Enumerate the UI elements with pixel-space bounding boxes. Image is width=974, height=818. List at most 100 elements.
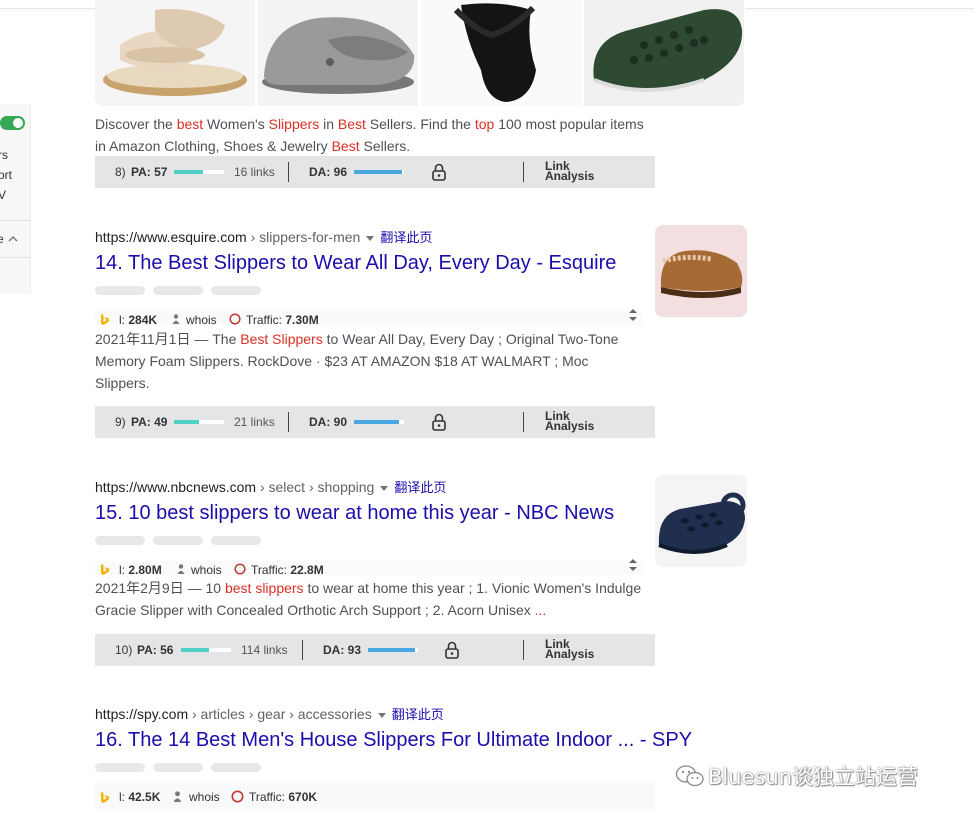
traffic-icon [234, 563, 246, 575]
link-analysis-button[interactable]: Link Analysis [545, 160, 594, 182]
seo-metrics-row: l: 2.80M whois Traffic: 22.8M [95, 561, 643, 575]
mozbar-divider [288, 412, 289, 432]
mozbar-divider [288, 162, 289, 182]
placeholder-pills [95, 536, 261, 545]
whois-link[interactable]: whois [186, 313, 217, 325]
domain-authority: DA: 93 [323, 643, 362, 657]
side-panel: rs ort V e [0, 104, 31, 294]
result-snippet: Discover the best Women's Slippers in Be… [95, 113, 655, 157]
snippet-highlight: Best [331, 138, 360, 154]
snippet-highlight: Slippers [268, 116, 320, 132]
mozbar: 10) PA: 56 114 links DA: 93 Link Analysis [95, 634, 655, 666]
snippet-highlight: ... [534, 602, 547, 618]
result-url[interactable]: https://www.esquire.com › slippers-for-m… [95, 227, 432, 246]
domain-authority-bar [354, 170, 404, 174]
side-panel-divider [0, 220, 30, 221]
result-url[interactable]: https://www.nbcnews.com › select › shopp… [95, 477, 446, 496]
result-thumbnail-clog[interactable] [655, 475, 747, 567]
product-image-gray-slipper[interactable] [258, 0, 418, 106]
page-authority: PA: 56 [137, 643, 174, 657]
snippet-highlight: Best [337, 116, 366, 132]
page-authority-bar [174, 170, 224, 174]
wechat-icon [675, 765, 704, 787]
translate-link[interactable]: 翻译此页 [380, 230, 432, 245]
bing-icon [101, 564, 109, 575]
traffic-icon [229, 313, 241, 325]
snippet-text: Sellers. Find the [365, 116, 475, 132]
snippet-highlight: best slippers [224, 580, 304, 596]
side-panel-text-2: ort [0, 168, 13, 182]
lock-icon[interactable] [432, 163, 446, 181]
scroll-arrows-icon[interactable] [628, 557, 638, 573]
traffic-value: Traffic: 22.8M [251, 563, 324, 575]
traffic-value: Traffic: 7.30M [246, 313, 319, 325]
bing-index-value: l: 284K [119, 313, 158, 325]
snippet-text: Sellers. [359, 138, 411, 154]
page-authority-bar [181, 648, 231, 652]
translate-link[interactable]: 翻译此页 [394, 480, 446, 495]
bing-icon [101, 792, 109, 803]
snippet-text: 2021年2月9日 — 10 [95, 580, 225, 596]
traffic-icon [231, 790, 244, 803]
link-analysis-button[interactable]: Link Analysis [545, 638, 594, 660]
mozbar-divider [523, 412, 524, 432]
bing-index-value: l: 2.80M [119, 563, 162, 575]
snippet-highlight: top [474, 116, 495, 132]
mozbar-rank: 8) [115, 165, 126, 179]
bing-index-value: l: 42.5K [119, 790, 161, 804]
product-image-sandal[interactable] [95, 0, 255, 106]
result-url[interactable]: https://spy.com › articles › gear › acce… [95, 704, 444, 723]
feature-toggle[interactable] [0, 116, 25, 130]
lock-icon[interactable] [445, 641, 459, 659]
side-panel-divider [0, 257, 30, 258]
result-snippet: 2021年2月9日 — 10 best slippers to wear at … [95, 577, 655, 621]
lock-icon[interactable] [432, 413, 446, 431]
chevron-up-icon [8, 236, 18, 242]
bing-icon [101, 314, 109, 325]
mozbar-divider [523, 640, 524, 660]
page-authority: PA: 49 [131, 415, 168, 429]
links-count[interactable]: 114 links [241, 643, 287, 657]
snippet-text: Discover the [95, 116, 177, 132]
domain-authority-bar [354, 420, 404, 424]
link-analysis-button[interactable]: Link Analysis [545, 410, 594, 432]
links-count[interactable]: 16 links [234, 165, 275, 179]
translate-link[interactable]: 翻译此页 [392, 707, 444, 722]
mozbar-rank: 10) [115, 643, 133, 657]
result-title-link[interactable]: 14. The Best Slippers to Wear All Day, E… [95, 252, 616, 275]
product-image-black-fur-slipper[interactable] [421, 0, 581, 106]
person-icon [172, 314, 180, 324]
placeholder-pills [95, 286, 261, 295]
snippet-text: 2021年11月1日 — The [95, 331, 241, 347]
page-authority: PA: 57 [131, 165, 168, 179]
seo-metrics-row: l: 284K whois Traffic: 7.30M [95, 311, 643, 325]
snippet-highlight: best [176, 116, 204, 132]
watermark-text: Bluesun谈独立站运营 [708, 765, 919, 789]
placeholder-pills [95, 763, 261, 772]
product-image-green-clog[interactable] [584, 0, 744, 106]
domain-authority: DA: 90 [309, 415, 348, 429]
snippet-highlight: Best Slippers [240, 331, 323, 347]
side-panel-text-1: rs [0, 148, 8, 162]
caret-down-icon[interactable] [366, 235, 375, 241]
mozbar: 8) PA: 57 16 links DA: 96 Link Analysis [95, 156, 655, 188]
mozbar-rank: 9) [115, 415, 126, 429]
page-authority-bar [174, 420, 224, 424]
snippet-text: in [319, 116, 338, 132]
result-thumbnail-ugg[interactable] [655, 225, 747, 317]
scroll-arrows-icon[interactable] [628, 307, 638, 323]
mozbar-divider [302, 640, 303, 660]
product-image-strip [95, 0, 745, 106]
whois-link[interactable]: whois [191, 563, 222, 575]
result-title-link[interactable]: 15. 10 best slippers to wear at home thi… [95, 502, 614, 525]
domain-authority: DA: 96 [309, 165, 348, 179]
mozbar: 9) PA: 49 21 links DA: 90 Link Analysis [95, 406, 655, 438]
traffic-value: Traffic: 670K [249, 790, 318, 804]
result-snippet: 2021年11月1日 — The Best Slippers to Wear A… [95, 328, 625, 394]
whois-link[interactable]: whois [189, 790, 220, 804]
links-count[interactable]: 21 links [234, 415, 275, 429]
side-panel-text-4[interactable]: e [0, 232, 18, 246]
caret-down-icon[interactable] [377, 712, 386, 718]
caret-down-icon[interactable] [380, 485, 389, 491]
result-title-link[interactable]: 16. The 14 Best Men's House Slippers For… [95, 729, 692, 752]
